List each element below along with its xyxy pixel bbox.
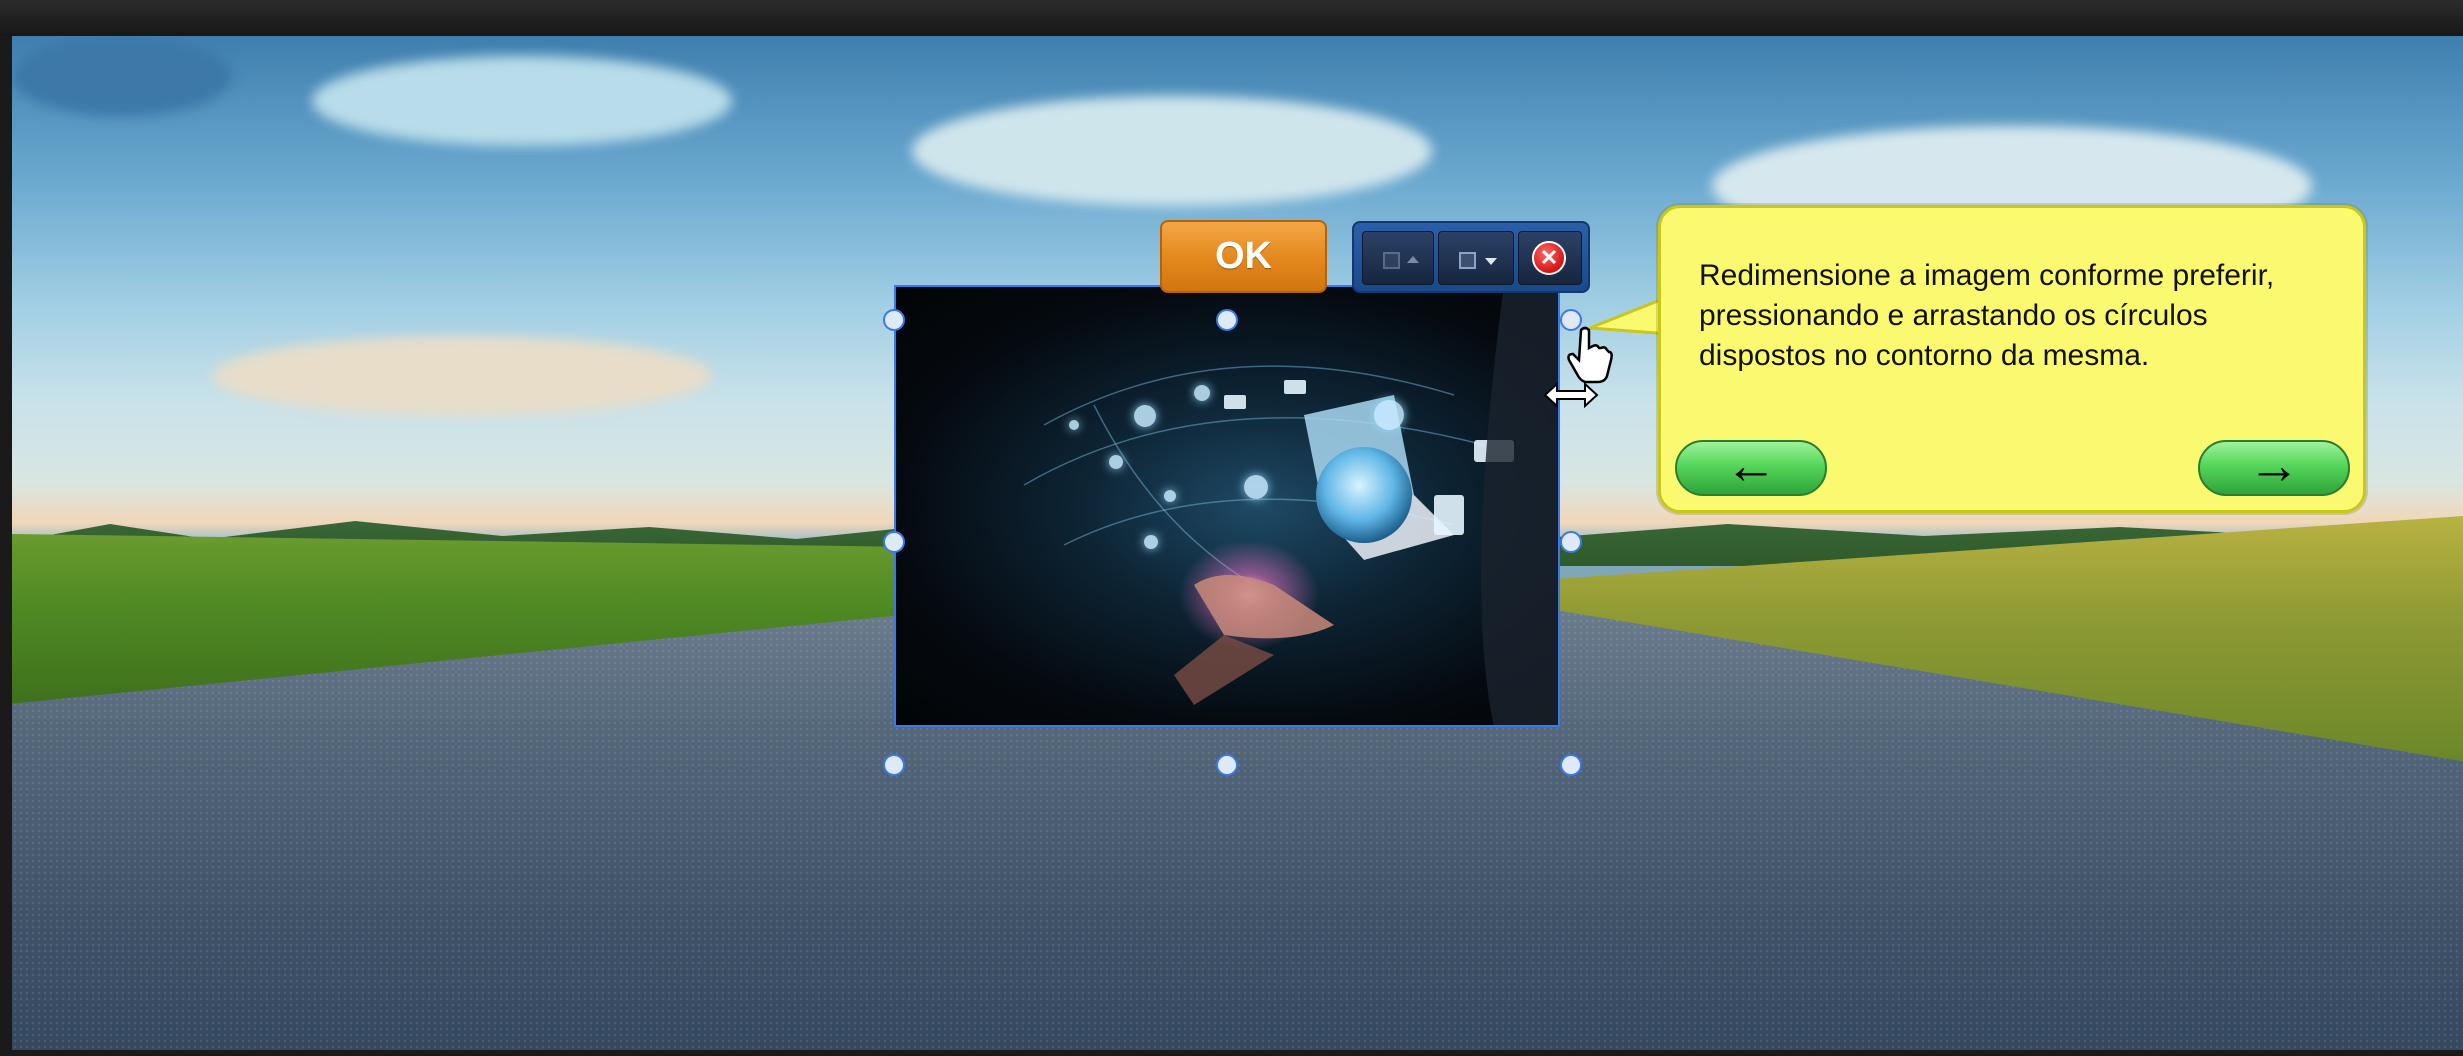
light-dot bbox=[1144, 535, 1158, 549]
resize-handle-top-center[interactable] bbox=[1216, 309, 1238, 331]
ok-button[interactable]: OK bbox=[1160, 220, 1327, 293]
resize-handle-top-left[interactable] bbox=[883, 309, 905, 331]
help-tooltip: Redimensione a imagem conforme preferir,… bbox=[1658, 205, 2366, 513]
light-dot bbox=[1069, 420, 1079, 430]
close-icon: ✕ bbox=[1532, 241, 1566, 275]
resize-handle-bottom-left[interactable] bbox=[883, 754, 905, 776]
close-button[interactable]: ✕ bbox=[1518, 231, 1582, 285]
arrow-right-icon: → bbox=[2248, 437, 2300, 495]
arrow-left-icon: ← bbox=[1725, 437, 1777, 495]
caret-up-icon bbox=[1407, 256, 1419, 263]
light-dot bbox=[1244, 475, 1268, 499]
light-dot bbox=[1194, 385, 1210, 401]
resize-handle-bottom-center[interactable] bbox=[1216, 754, 1238, 776]
layer-forward-icon bbox=[1459, 252, 1476, 269]
technology-illustration bbox=[1023, 285, 1560, 727]
cloud bbox=[212, 336, 712, 416]
light-dot bbox=[1164, 490, 1176, 502]
resize-handle-middle-left[interactable] bbox=[883, 531, 905, 553]
layer-backward-icon bbox=[1383, 252, 1400, 269]
light-dot bbox=[1134, 405, 1156, 427]
caret-down-icon bbox=[1485, 258, 1497, 265]
light-dot bbox=[1374, 400, 1404, 430]
cloud bbox=[312, 56, 732, 146]
inserted-image[interactable] bbox=[894, 285, 1560, 727]
image-toolbar: ✕ bbox=[1352, 221, 1590, 293]
bring-forward-button[interactable] bbox=[1438, 231, 1514, 285]
hand-pointer-icon bbox=[1567, 326, 1613, 384]
send-backward-button[interactable] bbox=[1362, 231, 1434, 285]
resize-handle-bottom-right[interactable] bbox=[1560, 754, 1582, 776]
tooltip-text: Redimensione a imagem conforme preferir,… bbox=[1699, 259, 2275, 372]
cloud bbox=[12, 36, 232, 116]
previous-button[interactable]: ← bbox=[1675, 440, 1827, 496]
next-button[interactable]: → bbox=[2198, 440, 2350, 496]
resize-horizontal-cursor-icon bbox=[1543, 381, 1599, 409]
window-top-bar bbox=[0, 0, 2463, 36]
resize-handle-middle-right[interactable] bbox=[1560, 531, 1582, 553]
cloud bbox=[912, 96, 1432, 206]
light-dot bbox=[1109, 455, 1123, 469]
